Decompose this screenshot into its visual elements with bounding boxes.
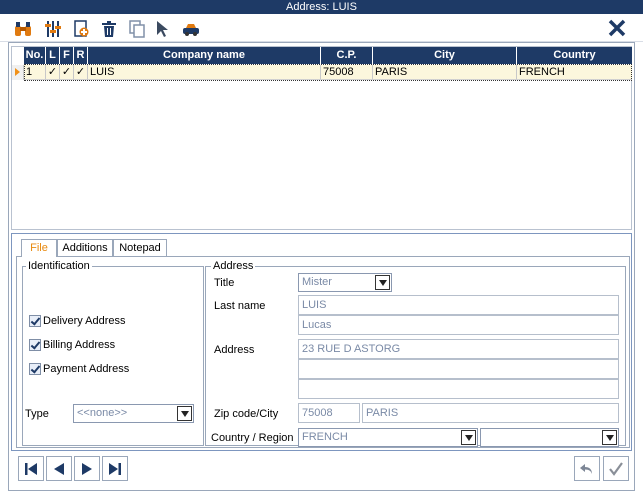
country-select[interactable]: FRENCH xyxy=(298,428,478,447)
sliders-icon[interactable] xyxy=(42,18,64,40)
address-line1-field[interactable]: 23 RUE D ASTORG xyxy=(298,339,619,359)
title-label: Title xyxy=(214,277,235,289)
previous-record-button[interactable] xyxy=(46,456,72,481)
pointer-icon[interactable] xyxy=(152,18,174,40)
car-icon[interactable] xyxy=(180,18,202,40)
identification-title: Identification xyxy=(26,260,92,272)
last-icon xyxy=(109,462,121,475)
delivery-checkbox[interactable] xyxy=(29,315,41,327)
confirm-button[interactable] xyxy=(603,456,629,481)
lastname-label: Last name xyxy=(214,300,266,312)
zip-label: Zip code/City xyxy=(214,408,279,420)
tab-additions[interactable]: Additions xyxy=(57,239,113,256)
billing-checkbox[interactable] xyxy=(29,339,41,351)
trash-icon[interactable] xyxy=(98,18,120,40)
tab-notepad[interactable]: Notepad xyxy=(113,239,167,256)
title-select-value: Mister xyxy=(302,276,332,288)
col-header-country[interactable]: Country xyxy=(517,47,632,64)
binoculars-icon[interactable] xyxy=(12,18,34,40)
firstname-field[interactable]: Lucas xyxy=(298,315,619,335)
country-select-value: FRENCH xyxy=(302,431,348,443)
last-record-button[interactable] xyxy=(102,456,128,481)
cell-no[interactable]: 1 xyxy=(24,65,46,80)
country-label: Country / Region xyxy=(211,432,294,444)
cell-country[interactable]: FRENCH xyxy=(517,65,632,80)
undo-button[interactable] xyxy=(574,456,600,481)
address-label: Address xyxy=(214,344,255,356)
city-field[interactable]: PARIS xyxy=(362,403,619,423)
col-header-l[interactable]: L xyxy=(46,47,60,64)
zip-field[interactable]: 75008 xyxy=(298,403,360,423)
title-select[interactable]: Mister xyxy=(298,273,392,292)
cell-company[interactable]: LUIS xyxy=(88,65,321,80)
address-title: Address xyxy=(211,260,256,272)
col-header-city[interactable]: City xyxy=(373,47,517,64)
window-title: Address: LUIS xyxy=(0,0,643,14)
row-pointer-icon xyxy=(12,65,24,80)
col-header-r[interactable]: R xyxy=(74,47,88,64)
col-header-cp[interactable]: C.P. xyxy=(321,47,373,64)
delivery-label: Delivery Address xyxy=(43,315,126,327)
add-document-icon[interactable] xyxy=(70,18,92,40)
next-icon xyxy=(82,462,92,475)
type-select-value: <<none>> xyxy=(77,407,128,419)
undo-icon xyxy=(580,463,592,474)
cell-city[interactable]: PARIS xyxy=(373,65,517,80)
chevron-down-icon[interactable] xyxy=(461,430,476,445)
tab-file[interactable]: File xyxy=(21,239,57,257)
address-grid[interactable]: No. L F R Company name C.P. City Country… xyxy=(11,46,632,230)
next-record-button[interactable] xyxy=(74,456,100,481)
col-header-company[interactable]: Company name xyxy=(88,47,321,64)
col-header-no[interactable]: No. xyxy=(24,47,46,64)
type-select[interactable]: <<none>> xyxy=(73,404,194,423)
chevron-down-icon[interactable] xyxy=(375,275,390,290)
first-record-button[interactable] xyxy=(18,456,44,481)
cell-r[interactable]: ✓ xyxy=(74,65,88,80)
payment-checkbox[interactable] xyxy=(29,363,41,375)
close-icon[interactable] xyxy=(606,17,628,39)
checkmark-icon xyxy=(609,461,623,476)
first-icon xyxy=(25,462,37,475)
previous-icon xyxy=(54,462,64,475)
col-header-f[interactable]: F xyxy=(60,47,74,64)
toolbar xyxy=(0,14,643,42)
cell-f[interactable]: ✓ xyxy=(60,65,74,80)
cell-l[interactable]: ✓ xyxy=(46,65,60,80)
payment-label: Payment Address xyxy=(43,363,130,375)
chevron-down-icon[interactable] xyxy=(602,430,617,445)
address-line2-field[interactable] xyxy=(298,359,619,379)
billing-label: Billing Address xyxy=(43,339,116,351)
region-select[interactable] xyxy=(480,428,619,447)
copy-icon[interactable] xyxy=(126,18,148,40)
address-line3-field[interactable] xyxy=(298,379,619,399)
lastname-field[interactable]: LUIS xyxy=(298,295,619,315)
cell-cp[interactable]: 75008 xyxy=(321,65,373,80)
chevron-down-icon[interactable] xyxy=(177,406,192,421)
type-label: Type xyxy=(25,408,49,420)
